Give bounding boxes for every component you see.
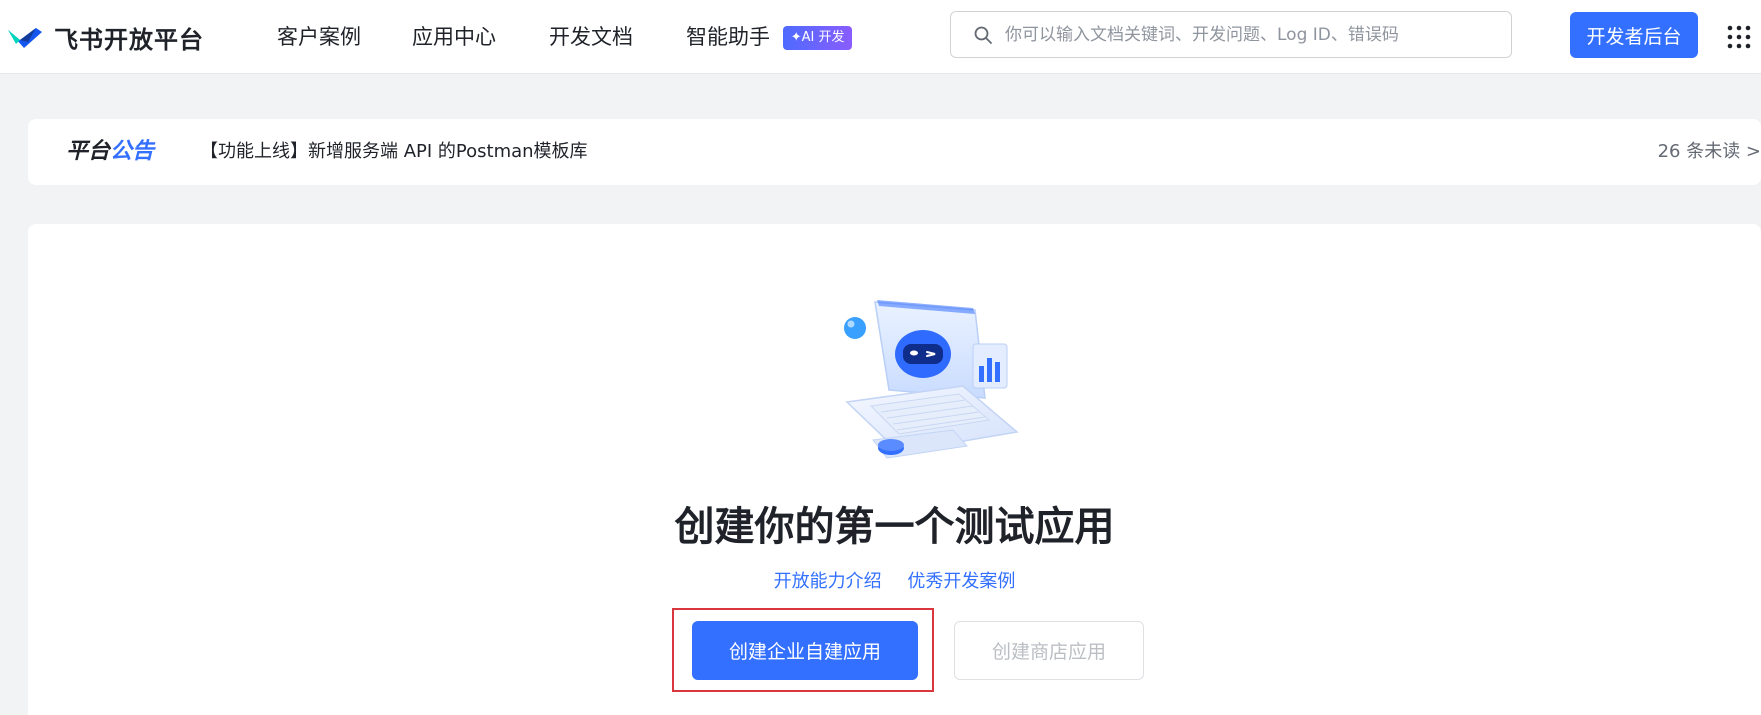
top-navigation: 飞书开放平台 客户案例 应用中心 开发文档 智能助手 ✦AI 开发 开发者后台 (0, 0, 1761, 74)
unread-count-link[interactable]: 26 条未读 > (1658, 139, 1761, 165)
nav-label: 客户案例 (277, 25, 361, 49)
create-enterprise-app-label: 创建企业自建应用 (728, 641, 881, 663)
main-card: 创建你的第一个测试应用 开放能力介绍 优秀开发案例 创建企业自建应用 创建商店应… (28, 224, 1761, 715)
nav-customer-cases[interactable]: 客户案例 (277, 22, 361, 52)
nav-label: 开发文档 (549, 25, 633, 49)
announcement-label: 平台公告 (66, 137, 154, 167)
nav-smart-assistant[interactable]: 智能助手 ✦AI 开发 (686, 22, 853, 52)
search-icon (974, 26, 992, 44)
nav-app-center[interactable]: 应用中心 (412, 22, 496, 52)
developer-console-label: 开发者后台 (1586, 25, 1682, 48)
feishu-logo-icon (8, 28, 42, 48)
create-enterprise-app-button[interactable]: 创建企业自建应用 (692, 621, 918, 680)
logo-text: 飞书开放平台 (54, 25, 204, 54)
create-store-app-button[interactable]: 创建商店应用 (954, 621, 1144, 680)
search-input[interactable] (1003, 14, 1511, 55)
announcement-text[interactable]: 【功能上线】新增服务端 API 的Postman模板库 (200, 139, 588, 165)
open-capability-link[interactable]: 开放能力介绍 (774, 571, 882, 592)
intro-links: 开放能力介绍 优秀开发案例 (28, 567, 1761, 593)
grid-icon[interactable] (1726, 24, 1752, 50)
developer-console-button[interactable]: 开发者后台 (1570, 12, 1698, 58)
announcement-bar: 平台公告 【功能上线】新增服务端 API 的Postman模板库 26 条未读 … (28, 119, 1761, 185)
nav-dev-docs[interactable]: 开发文档 (549, 22, 633, 52)
ai-badge: ✦AI 开发 (782, 26, 853, 50)
search-box[interactable] (950, 11, 1512, 58)
nav-label: 智能助手 (686, 25, 770, 49)
logo[interactable]: 飞书开放平台 (6, 20, 204, 54)
laptop-robot-illustration (844, 300, 1019, 459)
announcement-label-part2: 公告 (110, 139, 155, 164)
announcement-label-part1: 平台 (66, 139, 111, 164)
nav-label: 应用中心 (412, 25, 496, 49)
excellent-cases-link[interactable]: 优秀开发案例 (907, 571, 1015, 592)
create-store-app-label: 创建商店应用 (991, 641, 1106, 663)
main-title: 创建你的第一个测试应用 (674, 504, 1115, 550)
